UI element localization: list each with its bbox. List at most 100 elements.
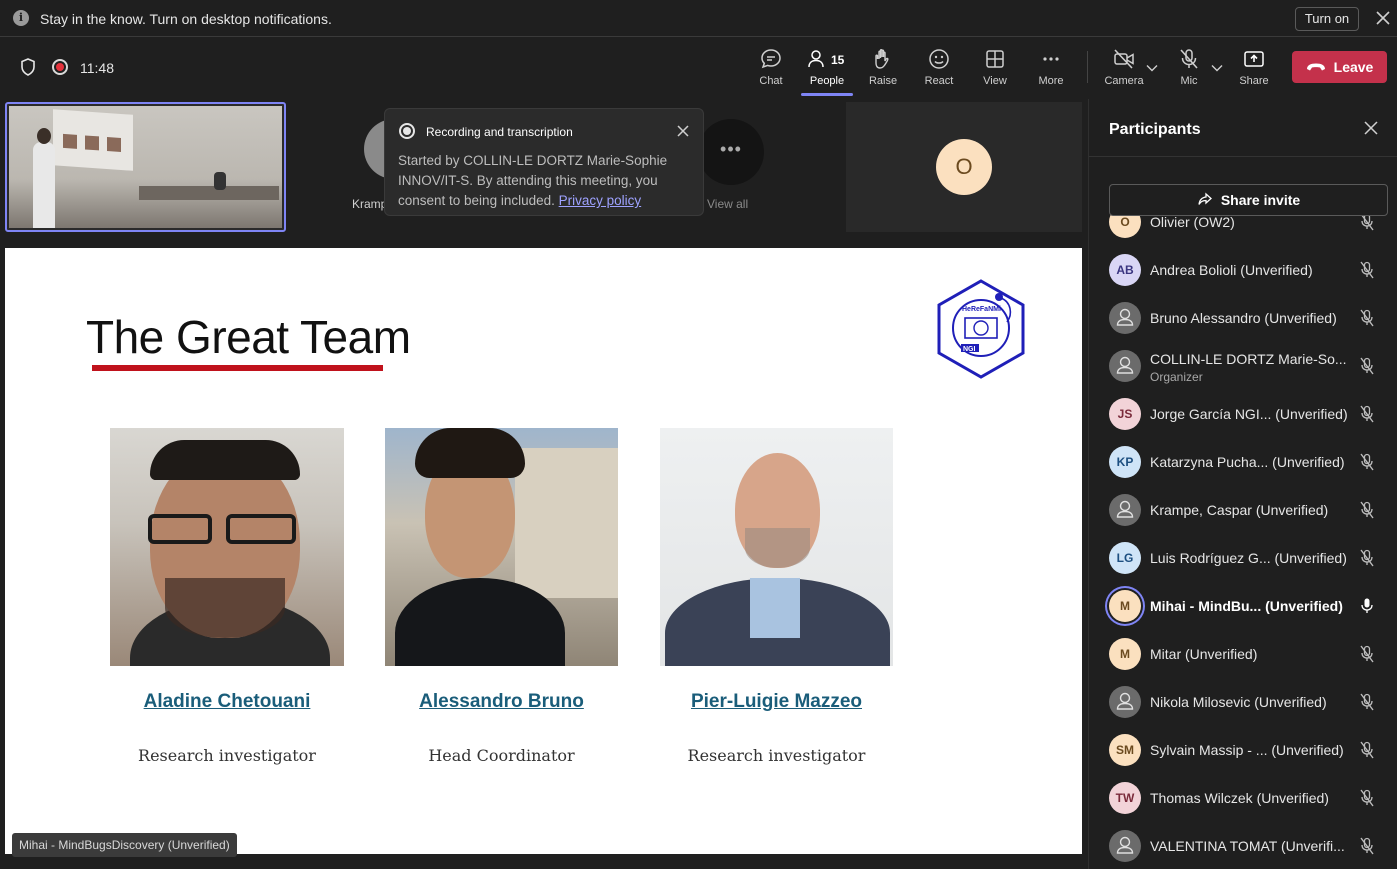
more-button[interactable]: More	[1023, 47, 1079, 93]
participant-name: Andrea Bolioli (Unverified)	[1150, 262, 1313, 278]
room-table	[139, 186, 279, 200]
participant-row[interactable]: Bruno Alessandro (Unverified)	[1089, 293, 1397, 341]
more-label: More	[1038, 75, 1064, 87]
team-member-name-3[interactable]: Pier-Luigie Mazzeo	[655, 691, 898, 713]
participant-role: Organizer	[1150, 370, 1203, 384]
avatar	[1109, 302, 1141, 334]
avatar: JS	[1109, 398, 1141, 430]
mic-icon[interactable]	[1359, 597, 1375, 615]
avatar: M	[1109, 638, 1141, 670]
participant-row[interactable]: VALENTINA TOMAT (Unverifi...	[1089, 821, 1397, 869]
share-invite-button[interactable]: Share invite	[1109, 184, 1388, 216]
camera-options-chevron-down-icon[interactable]	[1146, 64, 1158, 72]
turn-on-notifications-button[interactable]: Turn on	[1295, 7, 1359, 31]
react-label: React	[924, 75, 954, 87]
mic-options-chevron-down-icon[interactable]	[1211, 64, 1223, 72]
participant-row[interactable]: Nikola Milosevic (Unverified)	[1089, 677, 1397, 725]
panel-divider	[1089, 156, 1397, 157]
mic-button[interactable]: Mic	[1161, 47, 1217, 93]
people-button[interactable]: 15 People	[799, 47, 855, 96]
raise-hand-button[interactable]: Raise	[855, 47, 911, 93]
mic-muted-icon[interactable]	[1359, 837, 1375, 855]
camera-button[interactable]: Camera	[1096, 47, 1152, 93]
avatar	[1109, 350, 1141, 382]
mic-off-icon	[1180, 49, 1198, 69]
mic-muted-icon[interactable]	[1359, 357, 1375, 375]
participant-name: Thomas Wilczek (Unverified)	[1150, 790, 1329, 806]
mic-muted-icon[interactable]	[1359, 453, 1375, 471]
team-member-role-2: Head Coordinator	[428, 746, 575, 765]
participant-row[interactable]: JS Jorge García NGI... (Unverified)	[1089, 389, 1397, 437]
mic-muted-icon[interactable]	[1359, 741, 1375, 759]
room-video-feed	[9, 106, 282, 228]
view-all-label[interactable]: View all	[707, 197, 748, 211]
team-member-role-1: Research investigator	[138, 746, 316, 765]
avatar	[1109, 830, 1141, 862]
mic-muted-icon[interactable]	[1359, 309, 1375, 327]
herefanmi-logo: HeReFaNMi NGI	[937, 279, 1025, 379]
react-button[interactable]: React	[911, 47, 967, 93]
share-invite-label: Share invite	[1220, 192, 1301, 208]
camera-off-icon	[1114, 49, 1134, 69]
team-member-name-1[interactable]: Aladine Chetouani	[105, 691, 349, 713]
participant-name: Jorge García NGI... (Unverified)	[1150, 406, 1348, 422]
smiley-icon	[929, 49, 949, 69]
close-icon[interactable]	[1374, 9, 1392, 27]
chat-label: Chat	[759, 75, 783, 87]
chat-button[interactable]: Chat	[743, 47, 799, 93]
room-video-tile[interactable]	[5, 102, 286, 232]
view-button[interactable]: View	[967, 47, 1023, 93]
mic-muted-icon[interactable]	[1359, 693, 1375, 711]
participant-row[interactable]: TW Thomas Wilczek (Unverified)	[1089, 773, 1397, 821]
grid-view-icon	[986, 50, 1004, 68]
participant-name: VALENTINA TOMAT (Unverifi...	[1150, 838, 1345, 854]
participant-row[interactable]: LG Luis Rodríguez G... (Unverified)	[1089, 533, 1397, 581]
participant-row[interactable]: COLLIN-LE DORTZ Marie-So... Organizer	[1089, 341, 1397, 389]
participant-row[interactable]: KP Katarzyna Pucha... (Unverified)	[1089, 437, 1397, 485]
close-icon[interactable]	[1364, 121, 1378, 135]
presenter-figure	[33, 128, 55, 228]
mic-muted-icon[interactable]	[1359, 645, 1375, 663]
mic-muted-icon[interactable]	[1359, 789, 1375, 807]
avatar: SM	[1109, 734, 1141, 766]
participant-name: COLLIN-LE DORTZ Marie-So...	[1150, 351, 1347, 367]
participant-tile-o[interactable]: O	[846, 102, 1082, 232]
person-icon	[1116, 308, 1134, 326]
participant-row[interactable]: Krampe, Caspar (Unverified)	[1089, 485, 1397, 533]
avatar: AB	[1109, 254, 1141, 286]
participant-row[interactable]: M Mihai - MindBu... (Unverified)	[1089, 581, 1397, 629]
shield-icon[interactable]	[20, 58, 36, 76]
active-speaker-label: Mihai - MindBugsDiscovery (Unverified)	[12, 833, 237, 857]
team-member-photo-2	[385, 428, 618, 666]
people-icon	[808, 50, 824, 68]
projection-screen	[53, 109, 133, 171]
leave-button[interactable]: Leave	[1292, 51, 1387, 83]
view-all-more-icon[interactable]: •••	[698, 119, 764, 185]
mic-muted-icon[interactable]	[1359, 501, 1375, 519]
meeting-toolbar: 11:48 Chat 15 People Raise React View Mo…	[0, 37, 1397, 99]
camera-label: Camera	[1104, 75, 1144, 87]
mic-muted-icon[interactable]	[1359, 549, 1375, 567]
avatar	[1109, 686, 1141, 718]
chat-icon	[761, 49, 781, 69]
participant-name: Olivier (OW2)	[1150, 214, 1235, 230]
mic-muted-icon[interactable]	[1359, 405, 1375, 423]
mic-muted-icon[interactable]	[1359, 261, 1375, 279]
participant-row[interactable]: AB Andrea Bolioli (Unverified)	[1089, 245, 1397, 293]
participant-name: Katarzyna Pucha... (Unverified)	[1150, 454, 1345, 470]
close-icon[interactable]	[676, 124, 690, 138]
person-icon	[1116, 356, 1134, 374]
notification-message: Stay in the know. Turn on desktop notifi…	[40, 11, 332, 27]
avatar: LG	[1109, 542, 1141, 574]
participant-name: Krampe, Caspar (Unverified)	[1150, 502, 1329, 518]
raise-label: Raise	[868, 75, 898, 87]
privacy-policy-link[interactable]: Privacy policy	[559, 193, 642, 208]
people-count: 15	[831, 53, 845, 67]
mic-label: Mic	[1180, 75, 1198, 87]
participant-row[interactable]: M Mitar (Unverified)	[1089, 629, 1397, 677]
person-icon	[1116, 692, 1134, 710]
team-member-name-2[interactable]: Alessandro Bruno	[380, 691, 623, 713]
share-button[interactable]: Share	[1226, 47, 1282, 93]
more-icon	[1043, 57, 1059, 61]
participant-row[interactable]: SM Sylvain Massip - ... (Unverified)	[1089, 725, 1397, 773]
